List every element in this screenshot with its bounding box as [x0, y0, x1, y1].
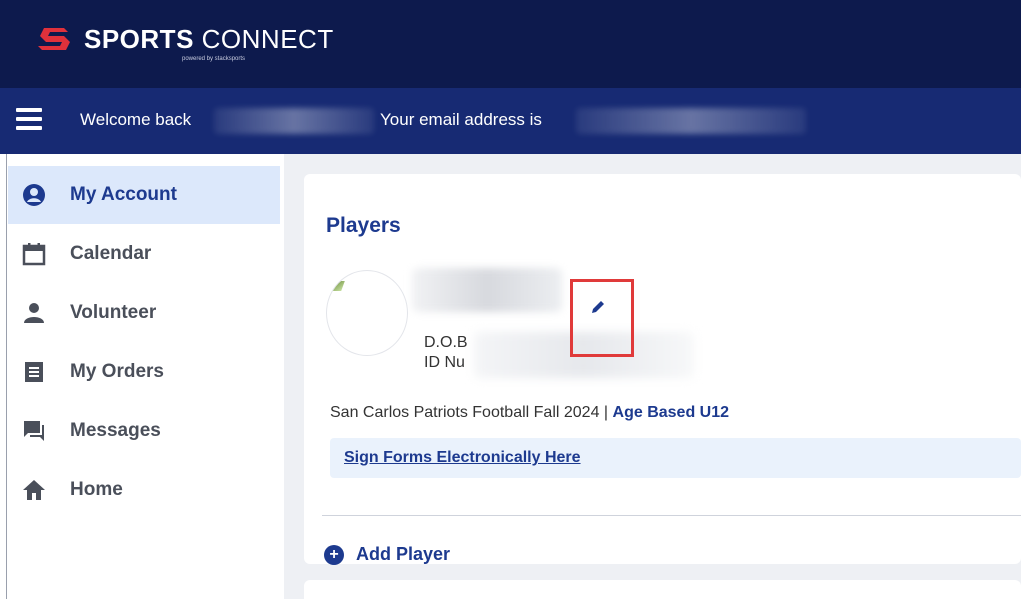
email-label: Your email address is	[380, 110, 542, 129]
sidebar-item-my-orders[interactable]: My Orders	[8, 343, 280, 401]
players-title: Players	[326, 214, 401, 237]
broken-image-icon	[329, 281, 345, 291]
redacted-email	[576, 108, 806, 134]
sidebar-left-border	[6, 154, 7, 599]
home-icon	[22, 478, 46, 502]
sidebar-item-messages[interactable]: Messages	[8, 402, 280, 460]
add-player-button[interactable]: + Add Player	[324, 544, 450, 565]
welcome-bar: Welcome back Your email address is	[0, 88, 1021, 154]
sidebar-item-volunteer[interactable]: Volunteer	[8, 284, 280, 342]
person-icon	[22, 301, 46, 325]
sidebar-item-my-account[interactable]: My Account	[8, 166, 280, 224]
team-separator: |	[603, 404, 609, 421]
id-number-label: ID Nu	[424, 354, 465, 371]
sidebar-item-label: My Account	[70, 184, 177, 205]
division-label: Age Based U12	[612, 404, 730, 421]
top-header: SPORTS CONNECT powered by stacksports	[0, 0, 1021, 88]
next-card	[304, 580, 1021, 610]
calendar-icon	[22, 242, 46, 266]
welcome-label: Welcome back	[80, 110, 192, 129]
sidebar-item-home[interactable]: Home	[8, 461, 280, 519]
sidebar-item-label: My Orders	[70, 361, 164, 382]
user-circle-icon	[22, 183, 46, 207]
chat-icon	[22, 419, 46, 443]
logo-wordmark: SPORTS CONNECT	[84, 24, 334, 55]
logo-light-text: CONNECT	[201, 23, 334, 54]
divider	[322, 515, 1021, 516]
sidebar-item-label: Home	[70, 479, 123, 500]
sidebar-item-label: Messages	[70, 420, 161, 441]
sign-forms-link[interactable]: Sign Forms Electronically Here	[344, 449, 581, 467]
plus-circle-icon: +	[324, 544, 344, 565]
forms-banner: Sign Forms Electronically Here	[330, 438, 1021, 478]
edit-highlight-box	[570, 279, 634, 357]
redacted-username	[214, 108, 374, 134]
players-card: Players D.O.B ID Nu San Carlos Patriots …	[304, 174, 1021, 565]
sidebar-item-label: Volunteer	[70, 302, 157, 323]
logo-bold-text: SPORTS	[84, 23, 194, 54]
sidebar: My Account Calendar Volunteer My Orders …	[0, 154, 285, 599]
powered-by-text: powered by stacksports	[182, 56, 246, 62]
sports-connect-logo-icon	[38, 28, 70, 50]
team-enrollment-line: San Carlos Patriots Football Fall 2024 |…	[330, 404, 729, 422]
team-name: San Carlos Patriots Football Fall 2024	[330, 404, 600, 421]
add-player-label: Add Player	[356, 544, 451, 564]
receipt-icon	[22, 360, 46, 384]
dob-label: D.O.B	[424, 334, 468, 351]
main-content: Players D.O.B ID Nu San Carlos Patriots …	[284, 154, 1021, 610]
player-avatar[interactable]	[326, 270, 408, 356]
sidebar-item-label: Calendar	[70, 243, 152, 264]
sidebar-item-calendar[interactable]: Calendar	[8, 225, 280, 283]
brand-logo[interactable]: SPORTS CONNECT	[36, 22, 334, 56]
hamburger-menu-icon[interactable]	[16, 108, 42, 130]
redacted-player-name	[412, 268, 562, 312]
